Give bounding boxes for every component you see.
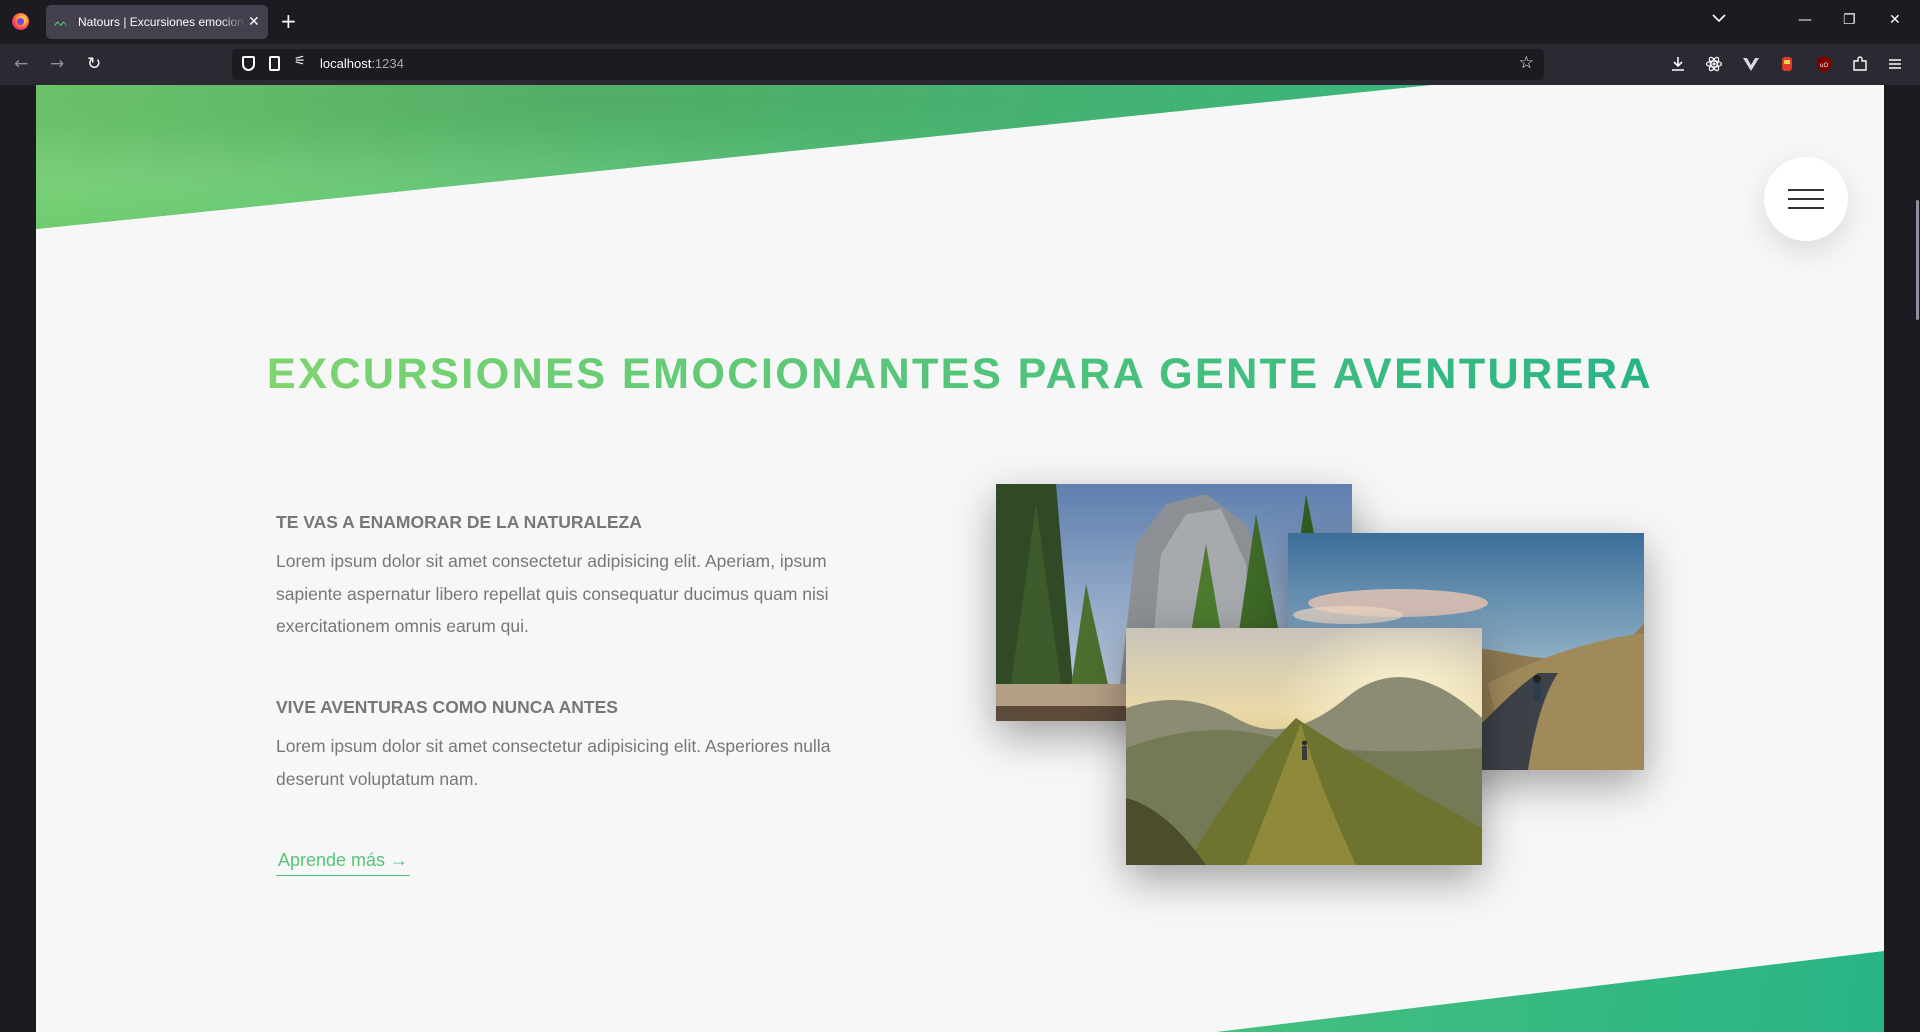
hamburger-menu-icon[interactable] — [1886, 55, 1904, 73]
reload-icon[interactable]: ↻ — [87, 54, 101, 74]
tab-close-icon[interactable]: ✕ — [248, 14, 260, 30]
restore-button[interactable]: ❐ — [1843, 12, 1856, 28]
natours-favicon-icon: ᨓ — [54, 15, 69, 29]
extensions-puzzle-icon[interactable] — [1851, 55, 1869, 73]
url-text[interactable]: localhost:1234 — [320, 56, 404, 71]
scrollbar[interactable] — [1884, 85, 1920, 1032]
url-bar[interactable]: ⚟ localhost:1234 ☆ — [232, 49, 1544, 80]
menu-line-icon — [1788, 198, 1824, 200]
extension-red-icon[interactable] — [1778, 55, 1796, 73]
scrollbar-thumb[interactable] — [1916, 200, 1919, 320]
feature-text: Lorem ipsum dolor sit amet consectetur a… — [276, 736, 831, 789]
tracking-protection-shield-icon[interactable] — [242, 56, 255, 71]
tab-title: Natours | Excursiones emocionantes para … — [78, 15, 246, 29]
url-port: :1234 — [371, 56, 404, 71]
react-devtools-extension-icon[interactable] — [1705, 55, 1723, 73]
active-tab[interactable]: ᨓ Natours | Excursiones emocionantes par… — [46, 5, 268, 39]
feature-heading: VIVE AVENTURAS COMO NUNCA ANTES — [276, 697, 618, 717]
svg-text:uO: uO — [1820, 62, 1829, 69]
about-section: EXCURSIONES EMOCIONANTES PARA GENTE AVEN… — [36, 85, 1884, 1032]
bookmark-star-icon[interactable]: ☆ — [1519, 53, 1534, 73]
back-arrow-icon[interactable]: ← — [14, 54, 28, 74]
section-title: EXCURSIONES EMOCIONANTES PARA GENTE AVEN… — [36, 350, 1884, 399]
tab-bar: ᨓ Natours | Excursiones emocionantes par… — [0, 0, 1920, 44]
downloads-icon[interactable] — [1669, 55, 1687, 73]
menu-line-icon — [1788, 207, 1824, 209]
new-tab-button[interactable]: + — [280, 10, 297, 32]
chevron-down-icon[interactable] — [1712, 12, 1726, 27]
header-hero-edge — [36, 85, 1884, 229]
menu-line-icon — [1788, 189, 1824, 191]
forward-arrow-icon[interactable]: → — [50, 54, 64, 74]
ublock-origin-icon[interactable]: uO — [1815, 55, 1833, 73]
learn-more-link[interactable]: Aprende más → — [276, 850, 411, 876]
page-viewport: EXCURSIONES EMOCIONANTES PARA GENTE AVEN… — [0, 85, 1920, 1032]
feature-heading: TE VAS A ENAMORAR DE LA NATURALEZA — [276, 512, 642, 532]
close-window-button[interactable]: ✕ — [1889, 12, 1901, 28]
page-info-icon[interactable] — [269, 56, 280, 71]
permissions-icon[interactable]: ⚟ — [294, 54, 306, 69]
section-title-text: EXCURSIONES EMOCIONANTES PARA GENTE AVEN… — [267, 350, 1653, 398]
minimize-button[interactable]: — — [1798, 12, 1812, 28]
feature-text: Lorem ipsum dolor sit amet consectetur a… — [276, 551, 829, 636]
vue-devtools-extension-icon[interactable] — [1742, 55, 1760, 73]
mountain-ridge-hiker-photo[interactable] — [1126, 628, 1482, 865]
navigation-toolbar: ← → ↻ ⚟ localhost:1234 ☆ uO — [0, 44, 1920, 85]
firefox-logo-icon — [12, 13, 29, 30]
url-host: localhost — [320, 56, 372, 71]
navigation-menu-button[interactable] — [1764, 157, 1848, 241]
